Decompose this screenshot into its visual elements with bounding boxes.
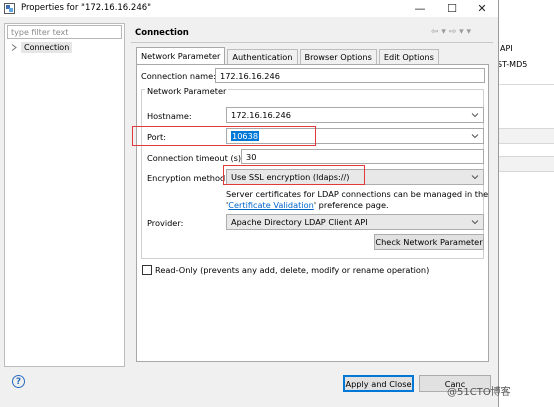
cert-note-line2: 'Certificate Validation' preference page… [226,200,389,210]
window-title: Properties for "172.16.16.246" [21,3,152,13]
port-combo[interactable]: 10638 [226,128,484,144]
port-value: 10638 [231,131,260,141]
cert-note-rest: ' preference page. [313,200,389,210]
tab-panel: Connection name: 172.16.16.246 Network P… [132,64,489,362]
tab-edit-options[interactable]: Edit Options [378,49,439,64]
provider-combo[interactable]: Apache Directory LDAP Client API [226,214,484,230]
encryption-label: Encryption method: [147,173,228,183]
tab-browser-options[interactable]: Browser Options [299,49,377,64]
watermark: @51CTO博客 [447,387,511,398]
check-network-parameter-button[interactable]: Check Network Parameter [374,234,484,250]
hostname-value: 172.16.16.246 [231,110,291,120]
maximize-button[interactable]: ☐ [435,0,469,17]
chevron-down-icon[interactable] [471,218,479,226]
chevron-down-icon[interactable] [471,173,479,181]
encryption-combo[interactable]: Use SSL encryption (ldaps://) [226,169,484,185]
filter-input[interactable] [7,25,122,39]
help-icon[interactable]: ? [12,375,25,388]
provider-label: Provider: [147,218,184,228]
properties-dialog: Properties for "172.16.16.246" — ☐ ✕ Con… [0,0,499,407]
cert-note-line1: Server certificates for LDAP connections… [226,189,489,199]
tab-network-parameter[interactable]: Network Parameter [136,47,226,64]
eclipse-window-icon [4,3,15,14]
readonly-checkbox[interactable] [142,265,152,275]
close-button[interactable]: ✕ [465,0,499,17]
group-title: Network Parameter [145,86,229,96]
background-text-1: API [500,44,513,53]
chevron-down-icon[interactable] [471,132,479,140]
tab-authentication[interactable]: Authentication [227,49,298,64]
readonly-label: Read-Only (prevents any add, delete, mod… [155,265,430,275]
port-label: Port: [147,132,166,142]
readonly-option[interactable]: Read-Only (prevents any add, delete, mod… [142,265,429,275]
apply-and-close-button[interactable]: Apply and Close [343,375,414,392]
header-divider [131,42,493,43]
connection-name-field[interactable]: 172.16.16.246 [215,68,485,83]
title-bar: Properties for "172.16.16.246" — ☐ ✕ [0,0,498,17]
preference-tree: Connection [4,23,125,367]
certificate-validation-link[interactable]: Certificate Validation [228,200,314,210]
chevron-right-icon[interactable] [11,44,17,51]
tree-item-label: Connection [21,42,73,53]
history-nav-buttons[interactable]: ⇦ ▾ ⇨ ▾ ▾ [431,27,471,37]
connection-name-label: Connection name: [141,71,216,81]
minimize-button[interactable]: — [403,0,437,17]
provider-value: Apache Directory LDAP Client API [231,217,368,227]
page-title: Connection [135,28,189,38]
hostname-combo[interactable]: 172.16.16.246 [226,107,484,123]
encryption-value: Use SSL encryption (ldaps://) [231,172,350,182]
tab-bar: Network Parameter Authentication Browser… [136,47,441,64]
settings-pane: Connection ⇦ ▾ ⇨ ▾ ▾ Network Parameter A… [127,22,497,367]
tree-item-connection[interactable]: Connection [11,42,73,53]
timeout-field[interactable]: 30 [241,149,484,164]
chevron-down-icon[interactable] [471,111,479,119]
timeout-label: Connection timeout (s): [147,153,244,163]
hostname-label: Hostname: [147,111,192,121]
